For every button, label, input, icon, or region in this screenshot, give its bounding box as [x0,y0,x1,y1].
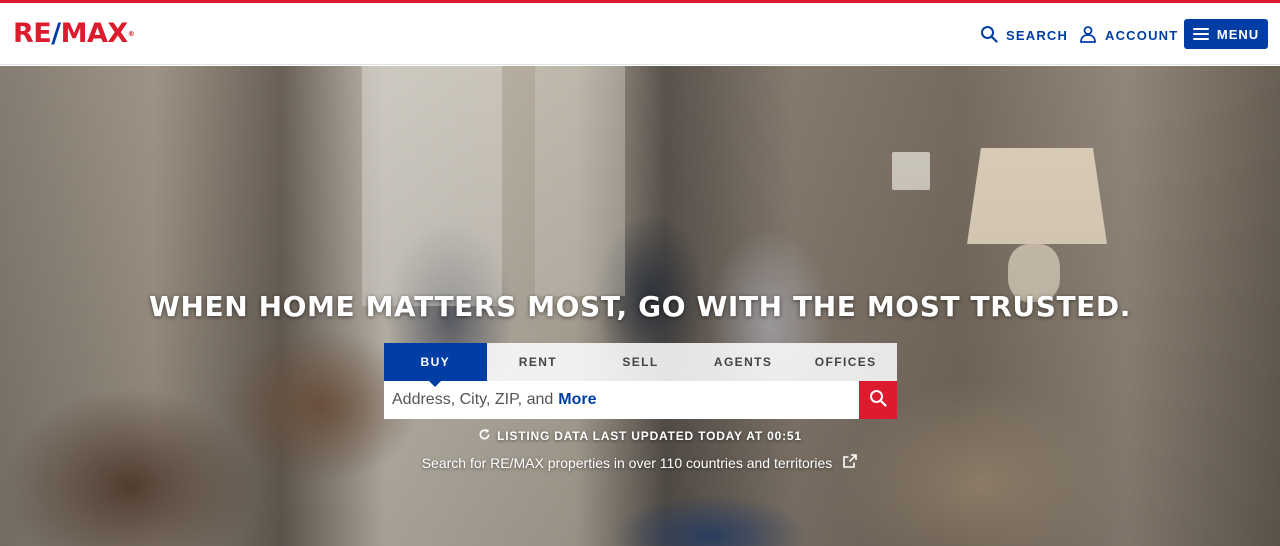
tab-offices[interactable]: OFFICES [794,343,897,381]
tab-rent[interactable]: RENT [487,343,590,381]
hamburger-icon [1192,28,1209,40]
header-search-link[interactable]: SEARCH [980,24,1068,46]
tab-sell[interactable]: SELL [589,343,692,381]
refresh-icon [478,428,491,444]
header-account-label: ACCOUNT [1105,27,1179,43]
search-row: Address, City, ZIP, and More [384,381,897,419]
background-window [535,66,625,296]
hero-headline: WHEN HOME MATTERS MOST, GO WITH THE MOST… [148,290,1131,323]
tab-agents[interactable]: AGENTS [692,343,795,381]
tab-buy[interactable]: BUY [384,343,487,387]
menu-label: MENU [1216,26,1260,42]
remax-logo[interactable]: RE/MAX® [13,19,135,49]
search-placeholder: Address, City, ZIP, and [392,391,554,408]
search-submit-button[interactable] [859,381,897,419]
location-search-input[interactable]: Address, City, ZIP, and More [384,381,859,419]
international-search-link[interactable]: Search for RE/MAX properties in over 110… [0,453,1280,472]
search-placeholder-more: More [558,391,597,408]
registered-mark: ® [127,30,135,38]
external-link-icon [842,453,858,472]
search-tabs: BUY RENT SELL AGENTS OFFICES [384,343,897,387]
search-icon [869,389,887,412]
property-search-panel: BUY RENT SELL AGENTS OFFICES Address, Ci… [384,343,897,419]
international-search-label: Search for RE/MAX properties in over 110… [421,454,833,471]
lamp-shade [967,148,1107,244]
wall-switch [892,152,930,190]
search-icon [980,25,998,46]
listing-updated-text: LISTING DATA LAST UPDATED TODAY AT 00:51 [497,429,802,443]
hero-banner: WHEN HOME MATTERS MOST, GO WITH THE MOST… [0,66,1280,546]
background-window [362,66,502,306]
person-icon [1079,25,1097,46]
header-account-link[interactable]: ACCOUNT [1079,24,1178,46]
header-search-label: SEARCH [1006,27,1069,43]
site-header: RE/MAX® SEARCH ACCOUNT MENU [0,3,1280,65]
menu-button[interactable]: MENU [1184,19,1268,49]
listing-updated-notice: LISTING DATA LAST UPDATED TODAY AT 00:51 [0,428,1280,444]
